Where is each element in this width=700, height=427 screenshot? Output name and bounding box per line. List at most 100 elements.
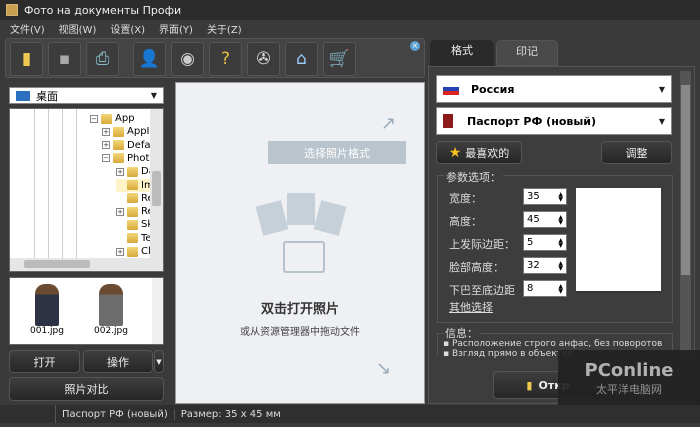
folder-icon bbox=[113, 140, 124, 151]
tree-vertical-scrollbar[interactable] bbox=[150, 109, 163, 259]
drag-hint: 或从资源管理器中拖动文件 bbox=[240, 327, 360, 338]
country-dropdown[interactable]: Россия ▼ bbox=[436, 75, 672, 103]
user-icon[interactable]: 👤 bbox=[133, 42, 166, 76]
thumbnail-scrollbar[interactable] bbox=[152, 278, 163, 344]
tree-item[interactable]: Sk bbox=[116, 218, 153, 231]
tree-item[interactable]: + Re bbox=[116, 205, 154, 218]
desktop-icon bbox=[16, 90, 30, 101]
spin-arrows-icon[interactable]: ▲ ▼ bbox=[558, 283, 563, 294]
tree-item[interactable]: − Photo bbox=[102, 152, 156, 165]
param-spinner[interactable]: 35 ▲ ▼ bbox=[523, 188, 567, 205]
expand-toggle-icon[interactable]: + bbox=[102, 141, 110, 150]
param-spinner[interactable]: 5 ▲ ▼ bbox=[523, 234, 567, 251]
expand-toggle-icon[interactable]: − bbox=[90, 114, 98, 123]
star-icon: ★ bbox=[448, 144, 462, 161]
status-bar: Паспорт РФ (новый) Размер: 35 x 45 мм bbox=[0, 405, 700, 423]
folder-icon bbox=[127, 180, 138, 190]
russia-flag-icon bbox=[443, 83, 459, 95]
menu-file[interactable]: 文件(V) bbox=[10, 21, 45, 36]
chevron-down-icon: ▼ bbox=[658, 84, 665, 94]
param-spinner[interactable]: 8 ▲ ▼ bbox=[523, 280, 567, 297]
folder-icon bbox=[127, 193, 138, 204]
spin-arrows-icon[interactable]: ▲ ▼ bbox=[558, 260, 563, 271]
passport-icon bbox=[443, 114, 453, 128]
tree-item[interactable]: + Da bbox=[116, 165, 155, 178]
folder-icon bbox=[127, 233, 138, 244]
params-title: 参数选项： bbox=[444, 169, 503, 185]
tree-horizontal-scrollbar[interactable] bbox=[10, 258, 163, 271]
thumbnail-filename: 001.jpg bbox=[30, 326, 64, 336]
more-options-link[interactable]: 其他选择 bbox=[449, 299, 493, 315]
video-reel-icon[interactable]: ✇ bbox=[247, 42, 280, 76]
chevron-down-icon: ▼ bbox=[658, 116, 665, 126]
folder-icon bbox=[127, 206, 138, 217]
tree-item[interactable]: + AppIn bbox=[102, 125, 156, 138]
save-icon[interactable]: ▪ bbox=[48, 42, 81, 76]
close-toolbar-icon[interactable]: × bbox=[410, 41, 420, 51]
tree-item[interactable]: − App bbox=[90, 112, 135, 125]
spin-arrows-icon[interactable]: ▲ ▼ bbox=[558, 237, 563, 248]
expand-toggle-icon[interactable]: + bbox=[116, 207, 124, 216]
folder-icon bbox=[113, 153, 124, 164]
thumbnail-item[interactable]: 001.jpg bbox=[30, 284, 64, 336]
tab-format[interactable]: 格式 bbox=[430, 40, 494, 66]
tree-item[interactable]: Te bbox=[116, 232, 152, 245]
adjust-button[interactable]: 调整 bbox=[601, 141, 672, 164]
tree-item[interactable]: + Defau bbox=[102, 139, 157, 152]
menu-view[interactable]: 视图(W) bbox=[59, 21, 97, 36]
tree-item[interactable]: Im bbox=[116, 178, 154, 192]
param-label: 上发际边距： bbox=[449, 238, 515, 251]
home-icon[interactable]: ⌂ bbox=[285, 42, 318, 76]
menu-bar: 文件(V) 视图(W) 设置(X) 界面(Y) 关于(Z) bbox=[0, 20, 700, 37]
param-spinner[interactable]: 45 ▲ ▼ bbox=[523, 211, 567, 228]
watermark: PConline 太平洋电脑网 bbox=[558, 350, 700, 405]
spin-arrows-icon[interactable]: ▲ ▼ bbox=[558, 214, 563, 225]
choose-format-button[interactable]: 选择照片格式 bbox=[268, 141, 406, 164]
folder-icon bbox=[113, 126, 124, 137]
menu-settings[interactable]: 设置(X) bbox=[110, 21, 145, 36]
menu-interface[interactable]: 界面(Y) bbox=[159, 21, 193, 36]
param-spinner[interactable]: 32 ▲ ▼ bbox=[523, 257, 567, 274]
location-label: 桌面 bbox=[36, 89, 58, 103]
cart-icon[interactable]: 🛒 bbox=[323, 42, 356, 76]
menu-about[interactable]: 关于(Z) bbox=[207, 21, 242, 36]
open-folder-icon[interactable]: ▮ bbox=[10, 42, 43, 76]
spin-arrows-icon[interactable]: ▲ ▼ bbox=[558, 191, 563, 202]
param-label: 下巴至底边距 bbox=[449, 284, 515, 297]
operate-button[interactable]: 操作 bbox=[83, 350, 153, 373]
open-button[interactable]: 打开 bbox=[9, 350, 80, 373]
param-label: 脸部高度： bbox=[449, 261, 504, 274]
curved-arrow-icon: ↘ bbox=[376, 358, 392, 379]
photo-drop-area[interactable]: 选择照片格式 ↗ 双击打开照片 或从资源管理器中拖动文件 ↘ bbox=[175, 82, 425, 404]
help-book-icon[interactable]: ? bbox=[209, 42, 242, 76]
favorites-button[interactable]: ★ 最喜欢的 bbox=[436, 141, 522, 164]
param-label: 高度： bbox=[449, 215, 482, 228]
folder-tree[interactable]: − App + AppIn + Defau − Photo + Da Im Re + Re Sk Te + Cl bbox=[9, 108, 164, 272]
thumbnail-list[interactable]: 001.jpg 002.jpg bbox=[9, 277, 164, 345]
folder-icon bbox=[127, 246, 138, 257]
panel-scrollbar[interactable] bbox=[680, 71, 691, 361]
print-icon[interactable]: ⎙ bbox=[86, 42, 119, 76]
tree-item[interactable]: + Cl bbox=[116, 245, 151, 258]
expand-toggle-icon[interactable]: + bbox=[116, 247, 124, 256]
status-size: Размер: 35 x 45 мм bbox=[180, 408, 281, 420]
operate-dropdown-button[interactable]: ▼ bbox=[154, 350, 164, 373]
app-icon bbox=[6, 4, 18, 16]
chevron-down-icon: ▼ bbox=[150, 91, 157, 100]
location-dropdown[interactable]: 桌面 ▼ bbox=[9, 87, 164, 104]
expand-toggle-icon[interactable]: + bbox=[102, 127, 110, 136]
window-title: Фото на документы Профи bbox=[24, 3, 182, 17]
thumbnail-item[interactable]: 002.jpg bbox=[94, 284, 128, 336]
expand-toggle-icon[interactable]: + bbox=[116, 167, 124, 176]
document-dropdown[interactable]: Паспорт РФ (новый) ▼ bbox=[436, 107, 672, 135]
compare-button[interactable]: 照片对比 bbox=[9, 377, 164, 401]
tree-item[interactable]: Re bbox=[116, 192, 154, 205]
expand-toggle-icon[interactable]: − bbox=[102, 154, 110, 163]
tab-stamp[interactable]: 印记 bbox=[496, 40, 558, 66]
param-label: 宽度： bbox=[449, 192, 482, 205]
double-click-hint: 双击打开照片 bbox=[260, 302, 339, 317]
folder-icon: ▮ bbox=[526, 378, 533, 392]
camera-icon[interactable]: ◉ bbox=[171, 42, 204, 76]
folder-icon bbox=[127, 219, 138, 230]
photos-folder-icon bbox=[251, 193, 351, 283]
